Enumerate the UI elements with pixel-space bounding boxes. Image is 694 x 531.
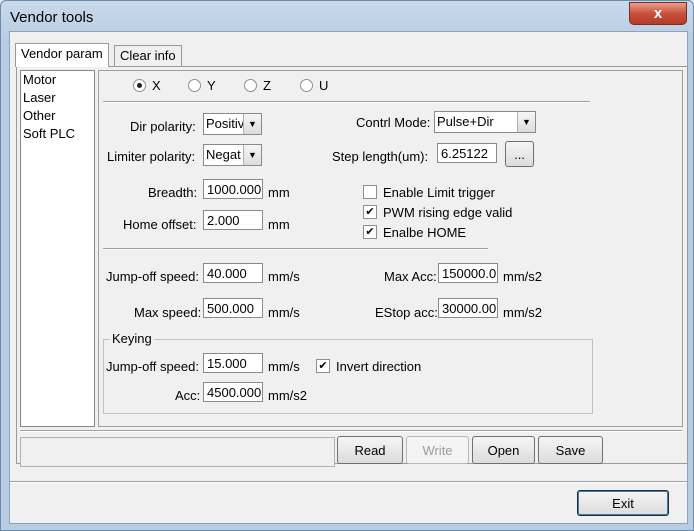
- chevron-down-icon: ▼: [243, 114, 261, 134]
- check-icon: ✔: [365, 226, 375, 238]
- enable-limit-trigger-label[interactable]: Enable Limit trigger: [383, 185, 495, 200]
- keying-group-label: Keying: [110, 331, 154, 346]
- limiter-polarity-label: Limiter polarity:: [107, 149, 196, 164]
- home-offset-unit: mm: [268, 217, 290, 232]
- jumpoff-speed-label: Jump-off speed:: [106, 269, 199, 284]
- radio-axis-y[interactable]: [188, 79, 201, 92]
- jumpoff-speed-unit: mm/s: [268, 269, 300, 284]
- exit-button[interactable]: Exit: [577, 490, 669, 516]
- max-acc-label: Max Acc:: [384, 269, 437, 284]
- radio-axis-y-label[interactable]: Y: [207, 78, 216, 93]
- title-bar[interactable]: Vendor tools x: [1, 1, 693, 31]
- home-offset-label: Home offset:: [123, 217, 197, 232]
- radio-axis-u-label[interactable]: U: [319, 78, 328, 93]
- status-field: [20, 437, 335, 467]
- limiter-polarity-select[interactable]: Negat ▼: [203, 144, 262, 166]
- close-icon: x: [653, 5, 663, 22]
- breadth-unit: mm: [268, 185, 290, 200]
- separator: [10, 481, 687, 483]
- keying-jumpoff-speed-label: Jump-off speed:: [106, 359, 199, 374]
- keying-acc-unit: mm/s2: [268, 388, 307, 403]
- enable-home-label[interactable]: Enalbe HOME: [383, 225, 466, 240]
- list-item-motor[interactable]: Motor: [21, 71, 94, 89]
- radio-axis-x[interactable]: [133, 79, 146, 92]
- dialog-client-area: Vendor param Clear info Motor Laser Othe…: [9, 31, 688, 524]
- list-item-other[interactable]: Other: [21, 107, 94, 125]
- pwm-rising-edge-label[interactable]: PWM rising edge valid: [383, 205, 512, 220]
- separator: [103, 248, 488, 250]
- vendor-param-panel: Motor Laser Other Soft PLC X Y Z U Dir p…: [16, 66, 688, 467]
- write-button[interactable]: Write: [406, 436, 469, 464]
- keying-acc-input[interactable]: 4500.000: [203, 382, 263, 402]
- chevron-down-icon: ▼: [517, 112, 535, 132]
- list-item-soft-plc[interactable]: Soft PLC: [21, 125, 94, 143]
- category-list[interactable]: Motor Laser Other Soft PLC: [20, 70, 95, 427]
- separator: [103, 101, 590, 103]
- dir-polarity-label: Dir polarity:: [130, 119, 196, 134]
- enable-home-checkbox[interactable]: ✔: [363, 225, 377, 239]
- max-acc-unit: mm/s2: [503, 269, 542, 284]
- list-item-laser[interactable]: Laser: [21, 89, 94, 107]
- breadth-input[interactable]: 1000.000: [203, 179, 263, 199]
- step-length-input[interactable]: 6.25122: [437, 143, 497, 163]
- dir-polarity-select[interactable]: Positiv ▼: [203, 113, 262, 135]
- keying-jumpoff-speed-unit: mm/s: [268, 359, 300, 374]
- close-button[interactable]: x: [629, 2, 687, 25]
- jumpoff-speed-input[interactable]: 40.000: [203, 263, 263, 283]
- estop-acc-unit: mm/s2: [503, 305, 542, 320]
- radio-axis-u[interactable]: [300, 79, 313, 92]
- radio-axis-z[interactable]: [244, 79, 257, 92]
- read-button[interactable]: Read: [337, 436, 403, 464]
- invert-direction-label[interactable]: Invert direction: [336, 359, 421, 374]
- separator: [20, 430, 682, 432]
- window-title: Vendor tools: [10, 9, 94, 26]
- tab-clear-info[interactable]: Clear info: [114, 45, 182, 66]
- keying-acc-label: Acc:: [175, 388, 201, 403]
- invert-direction-checkbox[interactable]: ✔: [316, 359, 330, 373]
- enable-limit-trigger-checkbox[interactable]: [363, 185, 377, 199]
- check-icon: ✔: [318, 360, 328, 372]
- radio-axis-x-label[interactable]: X: [152, 78, 161, 93]
- pwm-rising-edge-checkbox[interactable]: ✔: [363, 205, 377, 219]
- motor-settings-area: X Y Z U Dir polarity: Positiv ▼ Contrl M…: [98, 70, 683, 427]
- radio-axis-z-label[interactable]: Z: [263, 78, 271, 93]
- max-speed-label: Max speed:: [134, 305, 202, 320]
- step-length-label: Step length(um):: [332, 149, 429, 164]
- open-button[interactable]: Open: [472, 436, 535, 464]
- control-mode-label: Contrl Mode:: [356, 115, 431, 130]
- check-icon: ✔: [365, 206, 375, 218]
- step-length-browse-button[interactable]: ...: [505, 141, 534, 167]
- control-mode-select[interactable]: Pulse+Dir ▼: [434, 111, 536, 133]
- estop-acc-label: EStop acc:: [375, 305, 438, 320]
- max-acc-input[interactable]: 150000.0: [438, 263, 498, 283]
- tab-vendor-param[interactable]: Vendor param: [15, 43, 109, 67]
- max-speed-unit: mm/s: [268, 305, 300, 320]
- estop-acc-input[interactable]: 30000.00: [438, 298, 498, 318]
- keying-jumpoff-speed-input[interactable]: 15.000: [203, 353, 263, 373]
- max-speed-input[interactable]: 500.000: [203, 298, 263, 318]
- save-button[interactable]: Save: [538, 436, 603, 464]
- vendor-tools-window: Vendor tools x Vendor param Clear info M…: [0, 0, 694, 531]
- breadth-label: Breadth:: [148, 185, 198, 200]
- chevron-down-icon: ▼: [243, 145, 261, 165]
- home-offset-input[interactable]: 2.000: [203, 210, 263, 230]
